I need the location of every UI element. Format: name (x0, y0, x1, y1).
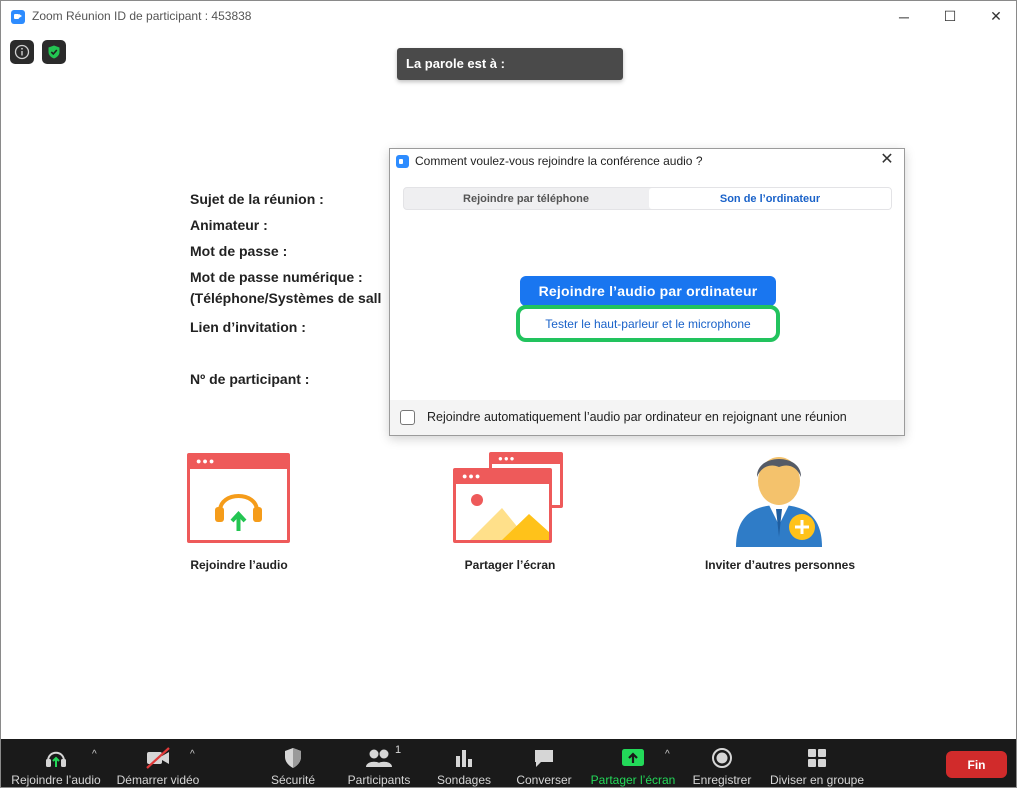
toolbar-breakout-label: Diviser en groupe (769, 773, 865, 787)
toolbar-start-video-button[interactable]: Démarrer vidéo (113, 739, 203, 787)
audio-tabs: Rejoindre par téléphone Son de l’ordinat… (403, 187, 892, 210)
meeting-info-button[interactable] (10, 40, 34, 64)
title-bar: Zoom Réunion ID de participant : 453838 … (1, 1, 1016, 32)
video-off-icon (146, 747, 170, 769)
toolbar-record-button[interactable]: Enregistrer (689, 739, 755, 787)
poll-icon (456, 750, 472, 767)
password-label: Mot de passe : (190, 243, 288, 259)
audio-options-caret[interactable]: ^ (92, 749, 97, 760)
window-title: Zoom Réunion ID de participant : 453838 (32, 9, 252, 23)
share-screen-tile-label: Partager l’écran (464, 558, 556, 572)
window-dots-icon: ●●● (498, 454, 516, 463)
breakout-icon (808, 749, 826, 767)
window-dots-icon: ●●● (462, 471, 482, 481)
join-audio-tile-icon: ●●● (187, 453, 290, 543)
test-speaker-mic-label: Tester le haut-parleur et le microphone (545, 316, 751, 331)
window-dots-icon: ●●● (196, 456, 216, 466)
info-icon (14, 44, 30, 60)
end-meeting-button[interactable]: Fin (946, 751, 1007, 778)
tab-phone[interactable]: Rejoindre par téléphone (404, 188, 648, 209)
share-options-caret[interactable]: ^ (665, 749, 670, 760)
host-label: Animateur : (190, 217, 268, 233)
toolbar-participants-label: Participants (347, 773, 411, 787)
toolbar-join-audio-button[interactable]: Rejoindre l’audio (9, 739, 103, 787)
maximize-button[interactable]: ☐ (927, 1, 973, 32)
toolbar-record-label: Enregistrer (692, 773, 752, 787)
zoom-logo-icon (11, 10, 25, 24)
participant-id-label: Nº de participant : (190, 371, 310, 387)
join-audio-tile-label: Rejoindre l’audio (190, 558, 288, 572)
encryption-badge[interactable] (42, 40, 66, 64)
auto-join-checkbox[interactable] (400, 410, 415, 425)
tab-computer-audio[interactable]: Son de l’ordinateur (649, 188, 891, 209)
zoom-meeting-window: Zoom Réunion ID de participant : 453838 … (0, 0, 1017, 788)
toolbar-chat-label: Converser (516, 773, 572, 787)
headphones-icon (46, 751, 66, 767)
participants-count: 1 (395, 744, 402, 756)
toolbar-chat-button[interactable]: Converser (511, 739, 577, 787)
meeting-toolbar: Rejoindre l’audio ^ Démarrer vidéo ^ Séc… (1, 739, 1016, 787)
auto-join-label: Rejoindre automatiquement l’audio par or… (427, 410, 847, 424)
toolbar-start-video-label: Démarrer vidéo (116, 773, 200, 787)
dialog-title: Comment voulez-vous rejoindre la confére… (415, 154, 703, 168)
video-options-caret[interactable]: ^ (190, 749, 195, 760)
headphones-upload-icon (215, 494, 262, 531)
numeric-password-label: Mot de passe numérique : (190, 269, 363, 285)
meeting-topic-label: Sujet de la réunion : (190, 191, 324, 207)
toolbar-share-screen-label: Partager l’écran (590, 773, 676, 787)
dialog-close-button[interactable]: ✕ (878, 151, 896, 169)
test-speaker-mic-link[interactable]: Tester le haut-parleur et le microphone (516, 305, 780, 342)
dialog-footer: Rejoindre automatiquement l’audio par or… (390, 400, 904, 435)
toolbar-join-audio-label: Rejoindre l’audio (11, 773, 101, 787)
toolbar-security-button[interactable]: Sécurité (263, 739, 323, 787)
invite-tile-label: Inviter d’autres personnes (704, 558, 856, 572)
numeric-password-sublabel: (Téléphone/Systèmes de sall (190, 290, 382, 306)
join-audio-dialog: Comment voulez-vous rejoindre la confére… (389, 148, 905, 436)
shield-check-icon (48, 45, 60, 59)
toolbar-polls-button[interactable]: Sondages (431, 739, 497, 787)
toolbar-share-screen-button[interactable]: Partager l’écran (589, 739, 677, 787)
toolbar-breakout-button[interactable]: Diviser en groupe (767, 739, 867, 787)
close-window-button[interactable]: ✕ (973, 1, 1016, 32)
share-screen-front-window-icon: ●●● (453, 468, 552, 543)
toolbar-participants-button[interactable]: 1 Participants (341, 739, 417, 787)
record-icon (712, 748, 732, 768)
share-screen-icon (622, 749, 644, 766)
invite-link-label: Lien d’invitation : (190, 319, 306, 335)
chat-icon (535, 750, 553, 767)
invite-person-icon (736, 457, 822, 547)
zoom-logo-icon (396, 155, 409, 168)
active-speaker-indicator: La parole est à : (397, 48, 623, 80)
image-landscape-icon (470, 494, 549, 540)
toolbar-polls-label: Sondages (436, 773, 492, 787)
shield-icon (285, 748, 301, 768)
minimize-button[interactable]: ─ (881, 1, 927, 32)
toolbar-security-label: Sécurité (270, 773, 316, 787)
participants-icon (366, 749, 392, 767)
join-computer-audio-button[interactable]: Rejoindre l’audio par ordinateur (520, 276, 776, 306)
